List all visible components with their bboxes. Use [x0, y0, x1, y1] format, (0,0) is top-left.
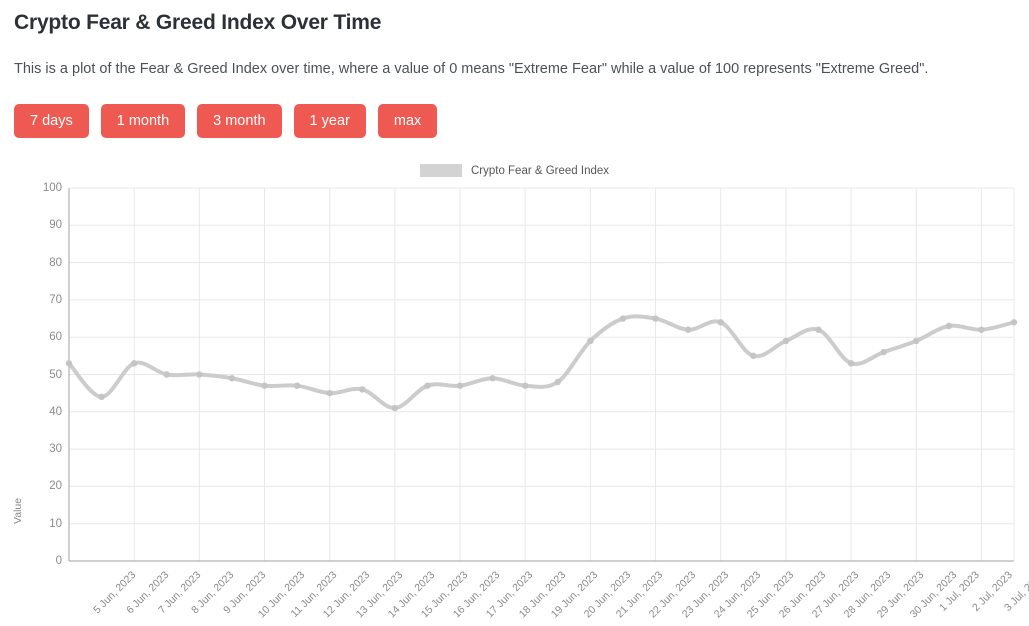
range-selector-group: 7 days 1 month 3 month 1 year max [14, 104, 438, 138]
x-axis-ticks: 5 Jun, 2023 6 Jun, 2023 7 Jun, 2023 8 Jun, … [0, 160, 1029, 626]
range-button-3-month[interactable]: 3 month [197, 104, 282, 138]
range-button-1-month[interactable]: 1 month [100, 104, 186, 138]
range-button-7-days[interactable]: 7 days [14, 104, 89, 138]
page-root: Crypto Fear & Greed Index Over Time This… [0, 0, 1029, 626]
page-description: This is a plot of the Fear & Greed Index… [14, 61, 929, 77]
range-button-1-year[interactable]: 1 year [293, 104, 366, 138]
range-button-max[interactable]: max [377, 104, 438, 138]
page-title: Crypto Fear & Greed Index Over Time [14, 11, 382, 34]
chart-container: Crypto Fear & Greed Index Value 0 10 20 30 4… [0, 160, 1029, 626]
